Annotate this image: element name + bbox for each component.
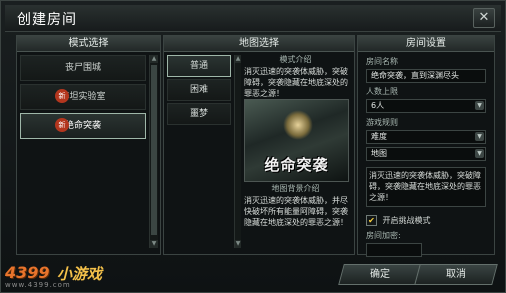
map-select-panel: 地图选择 普通 困难 噩梦 ▲ ▼ 模式介绍 消灭迅速的突袭体威胁，突破障碍，突… [163, 35, 355, 255]
mode-item-deadly-raid[interactable]: 新 绝命突袭 [20, 113, 146, 139]
watermark-url: www.4399.com [5, 281, 71, 289]
mode-select-header: 模式选择 [17, 36, 160, 52]
mode-item-zombie-siege[interactable]: 丧尸围城 [20, 55, 146, 81]
cancel-button-label: 取消 [446, 269, 466, 280]
difficulty-normal[interactable]: 普通 [167, 55, 231, 77]
difficulty-scrollbar[interactable]: ▲ ▼ [234, 55, 241, 248]
room-settings-header: 房间设置 [358, 36, 494, 52]
scroll-up-icon[interactable]: ▲ [150, 55, 158, 63]
room-settings-form: 房间名称 绝命突袭，直到深渊尽头 人数上限 6人 ▼ 游戏规则 难度 ▼ 地图 … [366, 56, 486, 257]
difficulty-hard[interactable]: 困难 [167, 79, 231, 101]
difficulty-nightmare[interactable]: 噩梦 [167, 103, 231, 125]
room-name-input[interactable]: 绝命突袭，直到深渊尽头 [366, 69, 486, 83]
map-light-decoration [283, 110, 313, 140]
map-select-header: 地图选择 [164, 36, 354, 52]
map-preview-image: 绝命突袭 [244, 99, 349, 182]
create-room-window: 创建房间 ✕ 模式选择 丧尸围城 新 泰坦实验室 新 绝命突袭 ▲ ▼ 地图选择 [0, 0, 506, 293]
scroll-down-icon[interactable]: ▼ [150, 240, 158, 248]
room-name-label: 房间名称 [366, 57, 398, 66]
rule-select-map[interactable]: 地图 ▼ [366, 147, 486, 161]
rule-description: 消灭迅速的突袭体威胁，突破障碍，突袭隐藏在地底深处的罪恶之源！ [366, 167, 486, 207]
watermark-number: 4399 [5, 263, 50, 282]
scroll-thumb[interactable] [151, 65, 157, 235]
challenge-mode-row[interactable]: ✔ 开启挑战模式 [366, 215, 486, 226]
mode-intro-text: 消灭迅速的突袭体威胁，突破障碍，突袭隐藏在地底深处的罪恶之源！ [244, 67, 348, 98]
window-title: 创建房间 [17, 12, 77, 28]
close-button[interactable]: ✕ [473, 8, 495, 28]
mode-list-scrollbar[interactable]: ▲ ▼ [149, 55, 158, 248]
rule-value-difficulty: 难度 [371, 132, 387, 141]
max-players-label: 人数上限 [366, 87, 398, 96]
watermark-logo: 4399 小游戏 www.4399.com [5, 263, 115, 289]
scroll-up-icon[interactable]: ▲ [235, 55, 241, 63]
max-players-value: 6人 [371, 101, 385, 110]
mode-intro-title: 模式介绍 [279, 55, 312, 64]
mode-item-titan-lab[interactable]: 新 泰坦实验室 [20, 84, 146, 110]
mode-list: 丧尸围城 新 泰坦实验室 新 绝命突袭 [20, 55, 146, 142]
map-background-text: 消灭迅速的突袭体威胁，并尽快破坏所有能量阿障碍，突袭隐藏在地底深处的罪恶之源！ [244, 196, 348, 227]
mode-item-label: 丧尸围城 [64, 63, 101, 73]
rule-value-map: 地图 [371, 149, 387, 158]
cancel-button[interactable]: 取消 [414, 264, 498, 285]
dropdown-arrow-icon[interactable]: ▼ [475, 101, 484, 110]
title-bar: 创建房间 ✕ [5, 5, 501, 32]
max-players-select[interactable]: 6人 ▼ [366, 99, 486, 113]
game-rule-label: 游戏规则 [366, 118, 398, 127]
room-settings-panel: 房间设置 房间名称 绝命突袭，直到深渊尽头 人数上限 6人 ▼ 游戏规则 难度 … [357, 35, 495, 257]
map-background-title: 地图背景介绍 [271, 184, 320, 193]
dropdown-arrow-icon[interactable]: ▼ [475, 132, 484, 141]
scroll-down-icon[interactable]: ▼ [235, 240, 241, 248]
difficulty-list: 普通 困难 噩梦 [167, 55, 231, 127]
confirm-button[interactable]: 确定 [338, 264, 422, 285]
mode-select-panel: 模式选择 丧尸围城 新 泰坦实验室 新 绝命突袭 ▲ ▼ [16, 35, 161, 255]
room-password-label: 房间加密: [366, 231, 401, 240]
room-password-input[interactable] [366, 243, 422, 257]
new-badge-icon: 新 [55, 118, 69, 132]
confirm-button-label: 确定 [370, 269, 390, 280]
challenge-checkbox[interactable]: ✔ [366, 215, 377, 226]
new-badge-icon: 新 [55, 89, 69, 103]
rule-select-difficulty[interactable]: 难度 ▼ [366, 130, 486, 144]
dropdown-arrow-icon[interactable]: ▼ [475, 149, 484, 158]
mode-item-label: 绝命突袭 [64, 121, 101, 131]
challenge-mode-label: 开启挑战模式 [382, 216, 431, 225]
map-preview-title: 绝命突袭 [264, 156, 329, 174]
